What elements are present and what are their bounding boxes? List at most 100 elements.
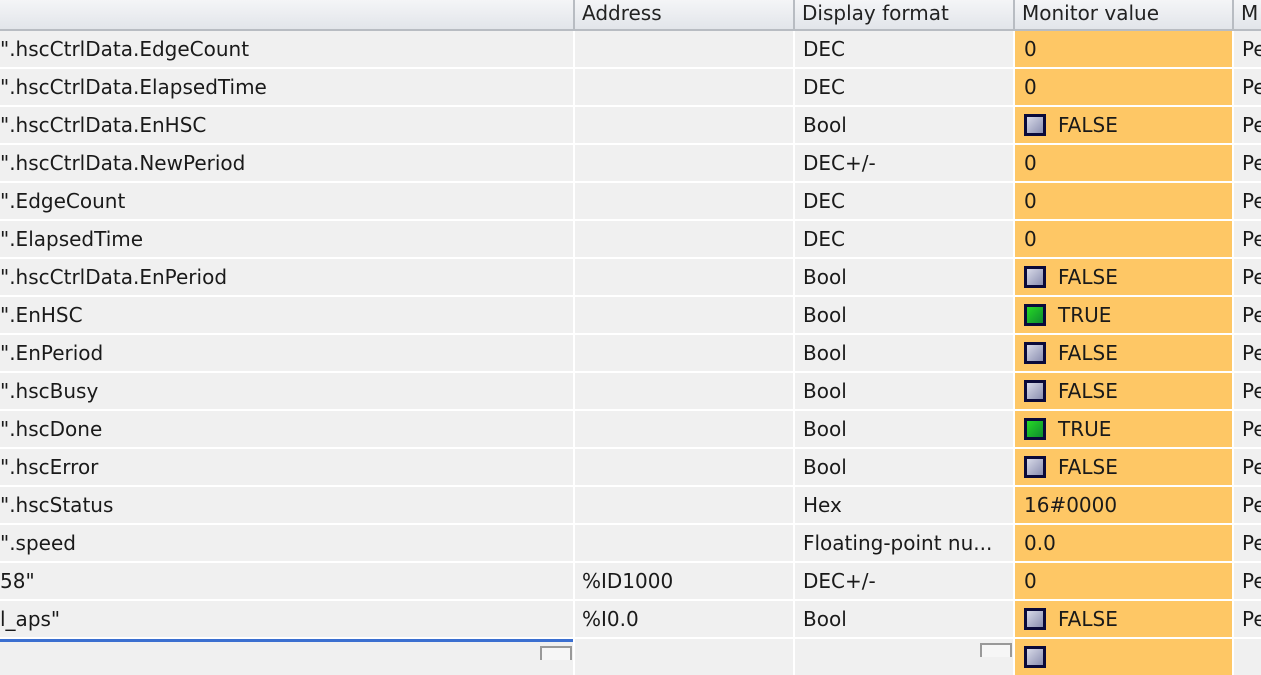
display-format-cell[interactable]: Floating-point nu... [795,525,1013,561]
address-cell[interactable] [575,259,793,295]
table-row-new[interactable] [0,639,1261,675]
modify-value-cell[interactable]: Pe [1234,449,1261,485]
display-format-cell[interactable]: Bool [795,335,1013,371]
address-cell[interactable] [575,69,793,105]
tag-name-cell[interactable]: ".hscError [0,449,573,485]
tag-name-cell[interactable]: 58" [0,563,573,599]
modify-value-cell[interactable]: Pe [1234,373,1261,409]
address-cell[interactable] [575,449,793,485]
modify-value-cell[interactable]: Pe [1234,107,1261,143]
modify-value-cell[interactable] [1234,639,1261,675]
tag-name-cell[interactable]: ".EdgeCount [0,183,573,219]
modify-value-cell[interactable]: Pe [1234,601,1261,637]
display-format-cell[interactable]: DEC+/- [795,145,1013,181]
address-cell[interactable] [575,221,793,257]
monitor-value-text: FALSE [1058,265,1118,289]
display-format-cell[interactable]: DEC [795,69,1013,105]
modify-value-cell[interactable]: Pe [1234,487,1261,523]
monitor-value-cell: 16#0000 [1015,487,1232,523]
display-format-cell[interactable]: Bool [795,259,1013,295]
table-row[interactable]: ".EdgeCount DEC 0 Pe [0,183,1261,219]
modify-value-cell[interactable]: Pe [1234,221,1261,257]
modify-value-cell[interactable]: Pe [1234,183,1261,219]
tag-name-cell[interactable]: ".EnHSC [0,297,573,333]
column-header-monitor-value[interactable]: Monitor value [1013,0,1234,29]
format-dropdown-button[interactable] [980,643,1012,657]
display-format-cell[interactable]: DEC+/- [795,563,1013,599]
table-row[interactable]: ".hscBusy Bool FALSE Pe [0,373,1261,409]
tag-name-cell[interactable]: ".hscBusy [0,373,573,409]
table-row[interactable]: ".EnHSC Bool TRUE Pe [0,297,1261,333]
modify-value-cell[interactable]: Pe [1234,297,1261,333]
tag-name-cell[interactable]: ".hscCtrlData.NewPeriod [0,145,573,181]
table-row[interactable]: ".hscCtrlData.EnHSC Bool FALSE Pe [0,107,1261,143]
tag-name-cell[interactable]: l_aps" [0,601,573,637]
modify-value-cell[interactable]: Pe [1234,31,1261,67]
monitor-value-text: 0 [1024,227,1037,251]
table-row[interactable]: ".speed Floating-point nu... 0.0 Pe [0,525,1261,561]
display-format-cell[interactable]: Bool [795,601,1013,637]
display-format-cell[interactable]: Bool [795,449,1013,485]
column-header-address[interactable]: Address [573,0,795,29]
name-dropdown-button[interactable] [540,646,572,660]
table-row[interactable]: ".hscError Bool FALSE Pe [0,449,1261,485]
display-format-cell[interactable]: Bool [795,107,1013,143]
display-format-cell[interactable]: Hex [795,487,1013,523]
display-format-cell[interactable] [795,639,1013,675]
address-cell[interactable] [575,335,793,371]
monitor-value-cell: FALSE [1015,335,1232,371]
false-indicator-icon [1024,114,1046,136]
modify-value-cell[interactable]: Pe [1234,525,1261,561]
display-format-cell[interactable]: DEC [795,221,1013,257]
address-cell[interactable] [575,639,793,675]
table-row[interactable]: ".EnPeriod Bool FALSE Pe [0,335,1261,371]
checkbox-icon [1024,646,1046,668]
tag-name-cell[interactable]: ".EnPeriod [0,335,573,371]
display-format-cell[interactable]: Bool [795,297,1013,333]
table-row[interactable]: ".hscCtrlData.NewPeriod DEC+/- 0 Pe [0,145,1261,181]
tag-name-cell[interactable]: ".speed [0,525,573,561]
table-row[interactable]: ".hscStatus Hex 16#0000 Pe [0,487,1261,523]
tag-name-cell[interactable]: ".hscStatus [0,487,573,523]
address-cell[interactable] [575,373,793,409]
address-cell[interactable] [575,297,793,333]
modify-value-cell[interactable]: Pe [1234,563,1261,599]
table-row[interactable]: ".ElapsedTime DEC 0 Pe [0,221,1261,257]
monitor-value-cell: 0 [1015,31,1232,67]
table-row[interactable]: ".hscDone Bool TRUE Pe [0,411,1261,447]
table-row[interactable]: ".hscCtrlData.EnPeriod Bool FALSE Pe [0,259,1261,295]
tag-name-cell[interactable]: ".hscCtrlData.EnHSC [0,107,573,143]
tag-name-cell[interactable]: ".hscCtrlData.ElapsedTime [0,69,573,105]
tag-name-cell[interactable]: ".ElapsedTime [0,221,573,257]
modify-value-cell[interactable]: Pe [1234,411,1261,447]
tag-name-cell[interactable]: ".hscCtrlData.EnPeriod [0,259,573,295]
display-format-cell[interactable]: Bool [795,373,1013,409]
address-cell[interactable] [575,487,793,523]
false-indicator-icon [1024,380,1046,402]
table-row[interactable]: ".hscCtrlData.EdgeCount DEC 0 Pe [0,31,1261,67]
display-format-cell[interactable]: DEC [795,31,1013,67]
tag-name-cell[interactable]: ".hscCtrlData.EdgeCount [0,31,573,67]
name-input[interactable] [0,639,573,675]
address-cell[interactable] [575,145,793,181]
address-cell[interactable]: %I0.0 [575,601,793,637]
monitor-value-text: FALSE [1058,607,1118,631]
display-format-cell[interactable]: Bool [795,411,1013,447]
address-cell[interactable] [575,411,793,447]
column-header-display-format[interactable]: Display format [793,0,1015,29]
table-row[interactable]: l_aps" %I0.0 Bool FALSE Pe [0,601,1261,637]
display-format-cell[interactable]: DEC [795,183,1013,219]
tag-name-cell[interactable]: ".hscDone [0,411,573,447]
address-cell[interactable] [575,107,793,143]
address-cell[interactable] [575,183,793,219]
modify-value-cell[interactable]: Pe [1234,145,1261,181]
address-cell[interactable] [575,31,793,67]
modify-value-cell[interactable]: Pe [1234,259,1261,295]
modify-value-cell[interactable]: Pe [1234,335,1261,371]
modify-value-cell[interactable]: Pe [1234,69,1261,105]
address-cell[interactable]: %ID1000 [575,563,793,599]
table-row[interactable]: 58" %ID1000 DEC+/- 0 Pe [0,563,1261,599]
table-row[interactable]: ".hscCtrlData.ElapsedTime DEC 0 Pe [0,69,1261,105]
address-cell[interactable] [575,525,793,561]
column-header-modify-value[interactable]: M [1232,0,1261,29]
